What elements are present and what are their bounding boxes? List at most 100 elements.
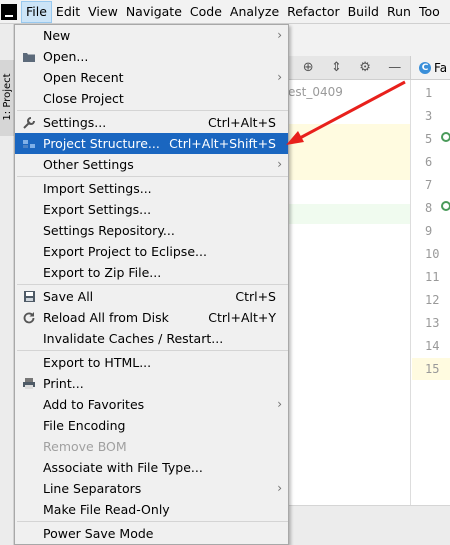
line-number: 14 bbox=[425, 339, 440, 353]
menu-run[interactable]: Run bbox=[383, 1, 415, 23]
menu-item-remove-bom: Remove BOM bbox=[15, 436, 288, 457]
editor-gutter: 1 3 5 6 7 8 9 10 11 12 13 14 15 bbox=[410, 80, 450, 381]
menu-separator bbox=[17, 176, 288, 177]
menu-item-label: Add to Favorites bbox=[43, 397, 145, 412]
chevron-right-icon: › bbox=[277, 481, 282, 495]
menu-item-label: Power Save Mode bbox=[43, 526, 154, 541]
menu-item-label: Export to Zip File... bbox=[43, 265, 162, 280]
menu-item-shortcut: Ctrl+Alt+Y bbox=[208, 310, 276, 325]
collapse-icon[interactable]: ⇕ bbox=[331, 60, 342, 75]
run-gutter-icon[interactable] bbox=[441, 201, 450, 211]
menu-separator bbox=[17, 110, 288, 111]
class-icon: C bbox=[419, 61, 431, 74]
menu-item-power-save-mode[interactable]: Power Save Mode bbox=[15, 523, 288, 544]
menu-build[interactable]: Build bbox=[344, 1, 383, 23]
locate-icon[interactable]: ⊕ bbox=[303, 60, 314, 75]
menu-item-add-to-favorites[interactable]: Add to Favorites › bbox=[15, 394, 288, 415]
wrench-icon bbox=[21, 115, 37, 130]
menu-item-settings[interactable]: Settings... Ctrl+Alt+S bbox=[15, 112, 288, 133]
menu-item-associate-with-file-type[interactable]: Associate with File Type... bbox=[15, 457, 288, 478]
menu-navigate[interactable]: Navigate bbox=[122, 1, 186, 23]
menu-item-shortcut: Ctrl+Alt+S bbox=[207, 115, 276, 130]
menu-refactor[interactable]: Refactor bbox=[283, 1, 343, 23]
menu-item-label: Make File Read-Only bbox=[43, 502, 170, 517]
line-number: 13 bbox=[425, 316, 440, 330]
intellij-logo-icon bbox=[1, 3, 17, 20]
menu-item-import-settings[interactable]: Import Settings... bbox=[15, 178, 288, 199]
menu-item-file-encoding[interactable]: File Encoding bbox=[15, 415, 288, 436]
menu-item-save-all[interactable]: Save All Ctrl+S bbox=[15, 286, 288, 307]
file-menu-dropdown: New › Open... Open Recent › Close Project Sett… bbox=[14, 24, 289, 545]
menu-view[interactable]: View bbox=[84, 1, 122, 23]
chevron-right-icon: › bbox=[277, 397, 282, 411]
menu-item-label: Project Structure... bbox=[43, 136, 160, 151]
menu-item-export-to-html[interactable]: Export to HTML... bbox=[15, 352, 288, 373]
menu-item-invalidate-caches-restart[interactable]: Invalidate Caches / Restart... bbox=[15, 328, 288, 349]
tree-highlight bbox=[288, 124, 410, 180]
menu-item-make-file-read-only[interactable]: Make File Read-Only bbox=[15, 499, 288, 520]
save-icon bbox=[21, 289, 37, 304]
menu-item-label: Remove BOM bbox=[43, 439, 127, 454]
menu-item-label: Settings... bbox=[43, 115, 107, 130]
menu-item-label: Import Settings... bbox=[43, 181, 152, 196]
menu-tools[interactable]: Too bbox=[415, 1, 444, 23]
line-number: 9 bbox=[425, 224, 433, 238]
menu-item-reload-all-from-disk[interactable]: Reload All from Disk Ctrl+Alt+Y bbox=[15, 307, 288, 328]
menu-item-label: Save All bbox=[43, 289, 94, 304]
line-number: 6 bbox=[425, 155, 433, 169]
chevron-right-icon: › bbox=[277, 28, 282, 42]
gear-icon[interactable]: ⚙ bbox=[359, 60, 371, 75]
menu-item-label: File Encoding bbox=[43, 418, 126, 433]
menu-item-other-settings[interactable]: Other Settings › bbox=[15, 154, 288, 175]
menu-file[interactable]: File bbox=[21, 0, 52, 23]
menu-item-label: Export Settings... bbox=[43, 202, 152, 217]
chevron-right-icon: › bbox=[277, 157, 282, 171]
chevron-right-icon: › bbox=[277, 70, 282, 84]
menu-item-label: New bbox=[43, 28, 71, 43]
line-number: 10 bbox=[425, 247, 440, 261]
menu-item-label: Close Project bbox=[43, 91, 124, 106]
menu-separator bbox=[17, 284, 288, 285]
menu-code[interactable]: Code bbox=[186, 1, 226, 23]
editor-area[interactable] bbox=[410, 380, 450, 510]
menu-item-label: Associate with File Type... bbox=[43, 460, 203, 475]
project-tab-label: 1: Project bbox=[2, 73, 13, 121]
project-structure-icon bbox=[21, 136, 37, 151]
editor-tab[interactable]: C Fa bbox=[410, 56, 450, 80]
menu-item-export-to-zip-file[interactable]: Export to Zip File... bbox=[15, 262, 288, 283]
project-panel-toolbar: ⊕ ⇕ ⚙ — bbox=[288, 56, 410, 80]
menu-item-label: Other Settings bbox=[43, 157, 134, 172]
line-number: 1 bbox=[425, 86, 433, 100]
menu-item-label: Line Separators bbox=[43, 481, 142, 496]
menu-item-project-structure[interactable]: Project Structure... Ctrl+Alt+Shift+S bbox=[15, 133, 288, 154]
minimize-icon[interactable]: — bbox=[388, 60, 401, 75]
menu-item-open-recent[interactable]: Open Recent › bbox=[15, 67, 288, 88]
menu-item-export-settings[interactable]: Export Settings... bbox=[15, 199, 288, 220]
menu-item-label: Invalidate Caches / Restart... bbox=[43, 331, 224, 346]
menu-item-label: Open Recent bbox=[43, 70, 124, 85]
menu-item-shortcut: Ctrl+Alt+Shift+S bbox=[169, 136, 276, 151]
menu-analyze[interactable]: Analyze bbox=[226, 1, 283, 23]
menu-item-export-project-to-eclipse[interactable]: Export Project to Eclipse... bbox=[15, 241, 288, 262]
menu-item-settings-repository[interactable]: Settings Repository... bbox=[15, 220, 288, 241]
project-tool-tab[interactable]: 1: Project bbox=[0, 60, 14, 136]
menu-bar: File Edit View Navigate Code Analyze Ref… bbox=[0, 0, 450, 24]
menu-item-shortcut: Ctrl+S bbox=[235, 289, 276, 304]
run-gutter-icon[interactable] bbox=[441, 132, 450, 142]
menu-edit[interactable]: Edit bbox=[52, 1, 84, 23]
line-number: 7 bbox=[425, 178, 433, 192]
menu-separator bbox=[17, 521, 288, 522]
menu-item-print[interactable]: Print... bbox=[15, 373, 288, 394]
print-icon bbox=[21, 376, 37, 391]
line-number: 11 bbox=[425, 270, 440, 284]
menu-item-open[interactable]: Open... bbox=[15, 46, 288, 67]
menu-item-label: Print... bbox=[43, 376, 84, 391]
menu-item-label: Open... bbox=[43, 49, 89, 64]
menu-separator bbox=[17, 350, 288, 351]
menu-item-line-separators[interactable]: Line Separators › bbox=[15, 478, 288, 499]
line-number-current: 15 bbox=[412, 358, 450, 381]
menu-item-label: Settings Repository... bbox=[43, 223, 175, 238]
menu-item-label: Export Project to Eclipse... bbox=[43, 244, 207, 259]
menu-item-new[interactable]: New › bbox=[15, 25, 288, 46]
menu-item-close-project[interactable]: Close Project bbox=[15, 88, 288, 109]
